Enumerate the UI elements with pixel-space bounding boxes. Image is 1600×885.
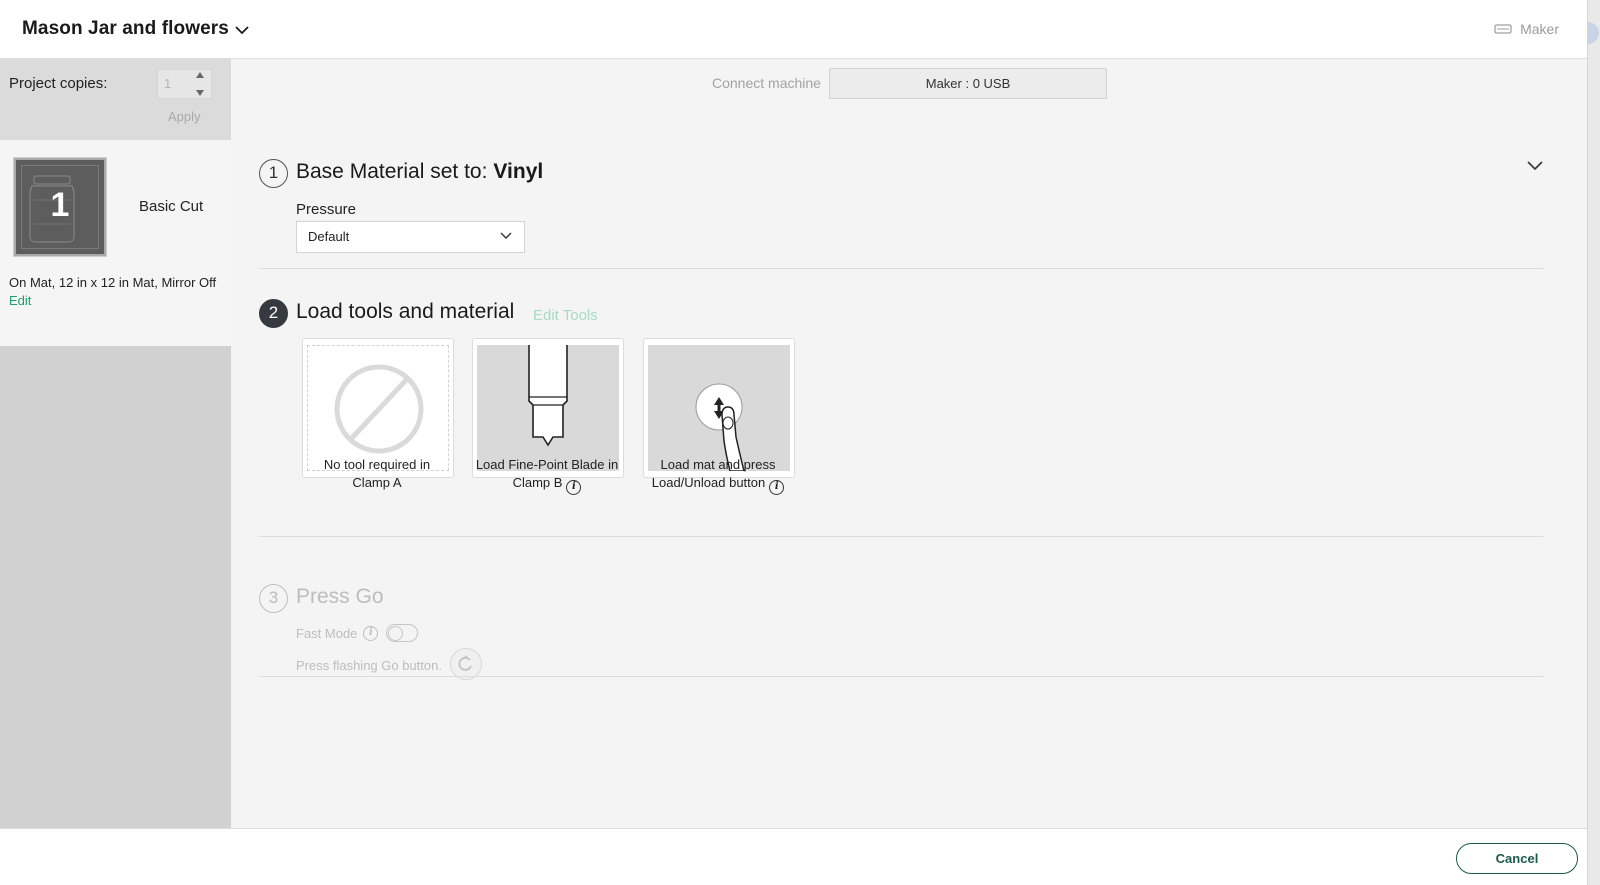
step-press-go: 3 Press Go Fast Mode i Press flashing Go… bbox=[259, 584, 1543, 684]
step-3-number: 3 bbox=[259, 584, 288, 613]
tool-caption-clamp-b: Load Fine-Point Blade in Clamp Bi bbox=[462, 456, 632, 495]
base-material-value: Vinyl bbox=[493, 160, 544, 183]
avatar bbox=[1587, 22, 1599, 44]
mat-settings-info: On Mat, 12 in x 12 in Mat, Mirror Off bbox=[9, 275, 217, 290]
step-2-title: Load tools and material bbox=[296, 300, 515, 323]
machine-name: Maker bbox=[1520, 21, 1559, 37]
project-copies-panel: Project copies: 1 Apply bbox=[0, 59, 231, 140]
fine-point-blade-icon bbox=[528, 345, 568, 447]
stepper-up-icon[interactable] bbox=[195, 71, 205, 79]
chevron-down-icon bbox=[235, 25, 249, 34]
edit-tools-link[interactable]: Edit Tools bbox=[533, 307, 598, 324]
tool-caption-load-mat: Load mat and press Load/Unload button i bbox=[633, 456, 803, 495]
load-unload-image bbox=[648, 345, 790, 472]
mat-sidebar: Project copies: 1 Apply 1 Basic Cut On M… bbox=[0, 59, 231, 828]
chevron-down-icon bbox=[500, 232, 512, 239]
project-title-dropdown[interactable]: Mason Jar and flowers bbox=[22, 18, 249, 40]
step-load-tools: 2 Load tools and material Edit Tools No … bbox=[259, 299, 1543, 529]
mat-thumbnail[interactable]: 1 bbox=[14, 158, 106, 256]
tool-caption-line: Clamp B bbox=[512, 475, 563, 490]
info-icon[interactable]: i bbox=[566, 480, 582, 495]
connect-machine-label: Connect machine bbox=[712, 75, 821, 91]
step-1-title: Base Material set to: Vinyl bbox=[296, 160, 543, 184]
tool-caption-line: Load/Unload button bbox=[651, 475, 766, 490]
step-base-material: 1 Base Material set to: Vinyl Pressure De… bbox=[259, 159, 1543, 269]
fast-mode-row: Fast Mode i bbox=[296, 624, 419, 642]
info-icon[interactable]: i bbox=[363, 625, 379, 641]
fast-mode-label: Fast Mode bbox=[296, 625, 358, 641]
fine-point-blade-image bbox=[477, 345, 619, 471]
step-3-title: Press Go bbox=[296, 585, 384, 608]
chevron-down-icon[interactable] bbox=[1527, 161, 1543, 171]
mat-number: 1 bbox=[50, 186, 70, 224]
base-material-label: Base Material set to: bbox=[296, 160, 488, 183]
apply-button[interactable]: Apply bbox=[168, 109, 201, 124]
tool-caption-line: No tool required in bbox=[323, 457, 431, 472]
step-divider bbox=[259, 268, 1543, 269]
mat-cut-mode: Basic Cut bbox=[139, 198, 204, 215]
no-tool-icon bbox=[334, 364, 424, 454]
print-preview-window: Mason Jar and flowers Maker Project copi… bbox=[0, 0, 1587, 885]
fast-mode-toggle[interactable] bbox=[386, 624, 419, 642]
pressure-label: Pressure bbox=[296, 201, 357, 218]
tool-caption-line: Load mat and press bbox=[660, 457, 776, 472]
connect-machine-button[interactable]: Maker : 0 USB bbox=[829, 68, 1107, 99]
tool-caption-clamp-a: No tool required in Clamp A bbox=[292, 456, 462, 492]
info-icon[interactable]: i bbox=[769, 480, 785, 495]
tool-caption-line: Clamp A bbox=[352, 475, 402, 490]
project-copies-stepper[interactable] bbox=[193, 71, 207, 97]
stepper-down-icon[interactable] bbox=[195, 89, 205, 97]
tool-caption-line: Load Fine-Point Blade in bbox=[475, 457, 619, 472]
step-divider bbox=[259, 676, 1543, 677]
mat-edit-link[interactable]: Edit bbox=[9, 293, 31, 308]
press-go-instruction: Press flashing Go button. bbox=[296, 657, 442, 673]
machine-indicator[interactable]: Maker bbox=[1494, 21, 1559, 37]
pressure-value: Default bbox=[308, 229, 350, 244]
header: Mason Jar and flowers Maker bbox=[0, 0, 1587, 59]
project-copies-label: Project copies: bbox=[9, 75, 108, 92]
mat-card[interactable]: 1 Basic Cut On Mat, 12 in x 12 in Mat, M… bbox=[0, 140, 231, 346]
load-unload-button-icon bbox=[695, 383, 745, 472]
cut-steps-panel: Connect machine Maker : 0 USB 1 Base Mat… bbox=[231, 59, 1587, 828]
machine-icon bbox=[1494, 24, 1512, 34]
pressure-select[interactable]: Default bbox=[296, 221, 525, 253]
step-2-number: 2 bbox=[259, 299, 288, 328]
project-title: Mason Jar and flowers bbox=[22, 18, 229, 39]
step-1-number: 1 bbox=[259, 159, 288, 188]
window-edge bbox=[1587, 0, 1600, 885]
footer: Cancel bbox=[0, 828, 1587, 885]
no-tool-image bbox=[307, 345, 449, 471]
step-divider bbox=[259, 536, 1543, 537]
cancel-button[interactable]: Cancel bbox=[1456, 843, 1578, 874]
